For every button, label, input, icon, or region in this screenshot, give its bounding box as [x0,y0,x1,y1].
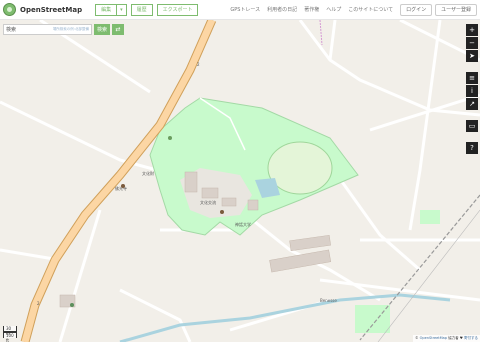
info-icon[interactable]: i [466,85,478,97]
search-bar: 検索 場所検索の例:北部整備 検索 ⇄ [3,24,125,35]
share-icon[interactable]: ↗ [466,98,478,110]
nav-copyright[interactable]: 著作権 [304,6,319,13]
query-icon[interactable]: ? [466,142,478,154]
map-svg: 2 2 文化財 文化交流 神話大学 佛光寺 Benesse [0,20,480,342]
athletic-field [267,141,333,195]
donate-link[interactable]: 寄付する [464,336,478,340]
park-label: 文化財 [142,170,154,176]
note-icon[interactable]: ▭ [466,120,478,132]
top-nav: GPSトレース 利用者の日記 著作権 ヘルプ このサイトについて ログイン ユー… [230,3,480,16]
edit-dropdown-button[interactable]: ▾ [117,3,127,16]
school-label: 神話大学 [235,221,251,227]
search-placeholder: 検索 [6,27,17,33]
attribution-osm-link[interactable]: OpenStreetMap [420,336,447,340]
history-button[interactable]: 履歴 [130,3,153,16]
station-label: Benesse [320,298,337,303]
culture-label: 文化交流 [200,199,216,205]
directions-icon[interactable]: ⇄ [112,24,125,35]
top-header: OpenStreetMap 編集 ▾ 履歴 エクスポート GPSトレース 利用者… [0,0,480,20]
search-input[interactable]: 検索 場所検索の例:北部整備 [3,24,92,35]
logo-text: OpenStreetMap [20,5,83,14]
small-park-2 [420,210,440,224]
edit-group: 編集 ▾ 履歴 エクスポート [95,3,199,16]
export-button[interactable]: エクスポート [156,3,199,16]
edit-button[interactable]: 編集 [95,3,118,16]
scale-imperial: 100 ft [3,332,17,342]
sport-poi-icon [70,303,74,307]
search-button[interactable]: 検索 [94,24,111,35]
temple-label: 佛光寺 [115,185,127,191]
search-hint: 場所検索の例:北部整備 [52,27,89,31]
signup-button[interactable]: ユーザー登録 [435,3,477,16]
osm-logo-icon [3,3,16,16]
nav-about[interactable]: このサイトについて [348,6,393,13]
small-park [355,305,390,333]
locate-icon[interactable]: ➤ [466,50,478,62]
login-button[interactable]: ログイン [400,3,433,16]
temple-poi-icon [121,184,125,188]
zoom-out-button[interactable]: − [466,37,478,49]
nav-diaries[interactable]: 利用者の日記 [267,6,297,13]
scale-bar: 30 m 100 ft [3,326,17,342]
nav-gps-traces[interactable]: GPSトレース [230,6,260,13]
logo[interactable]: OpenStreetMap [3,3,82,16]
map-canvas[interactable]: 2 2 文化財 文化交流 神話大学 佛光寺 Benesse [0,20,480,342]
school-poi-icon [220,210,224,214]
tree-poi-icon [168,136,172,140]
layers-icon[interactable]: ≡ [466,72,478,84]
attribution: © OpenStreetMap 協力者 ♥ 寄付する [413,335,480,342]
nav-help[interactable]: ヘルプ [326,6,341,13]
zoom-in-button[interactable]: + [466,24,478,36]
map-controls: + − ➤ ≡ i ↗ ▭ ? [466,24,478,155]
